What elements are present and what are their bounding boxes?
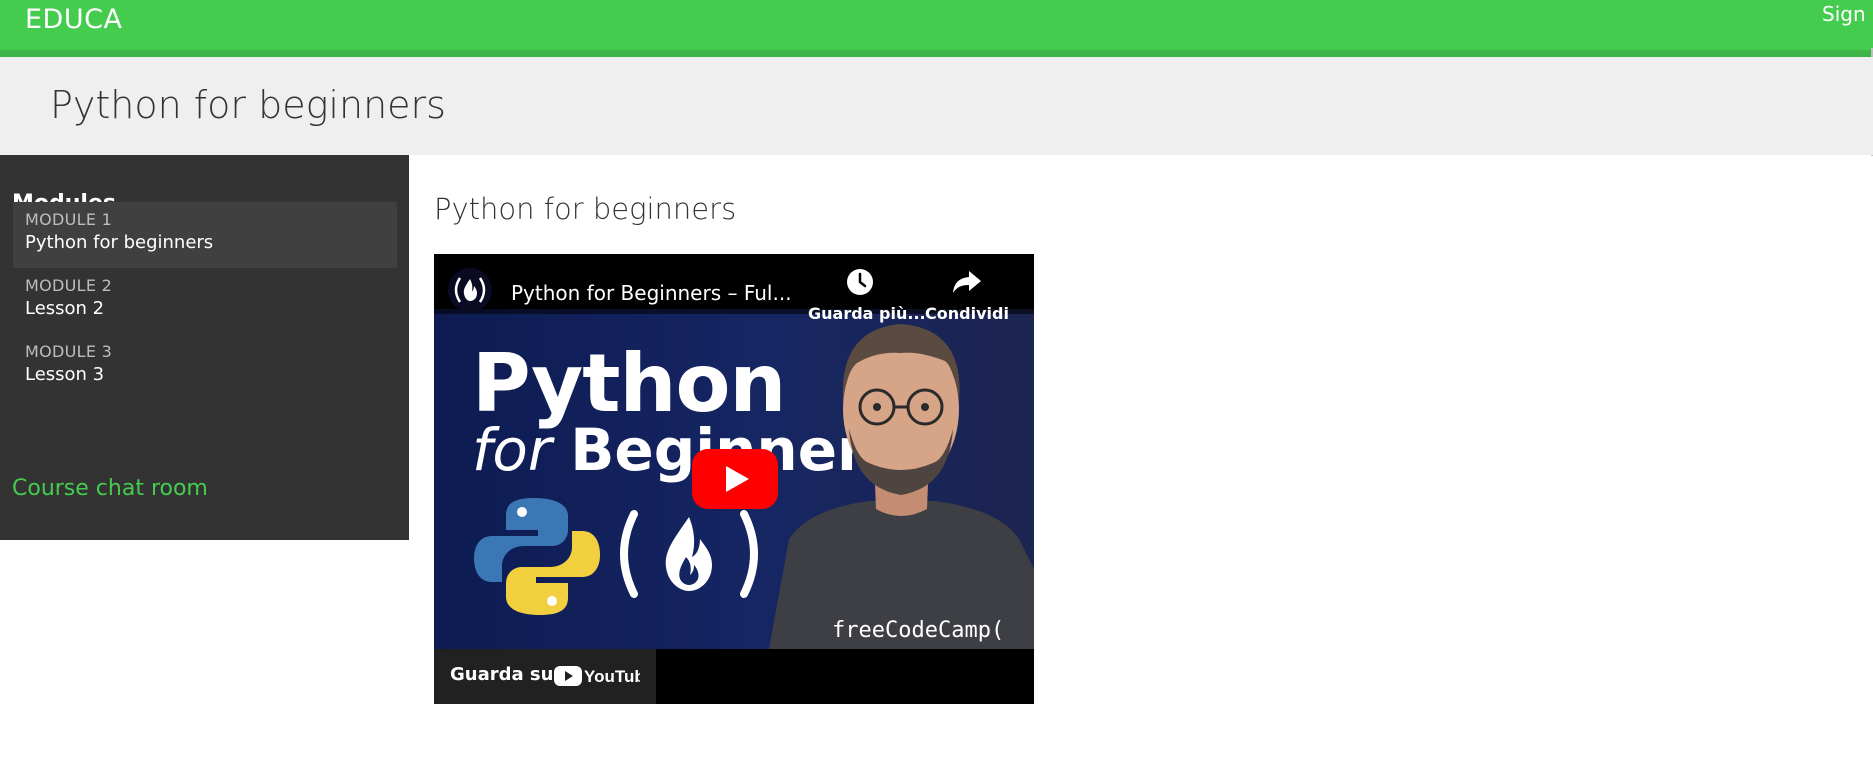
top-navbar: EDUCA Sign o: [0, 0, 1873, 57]
video-title-link[interactable]: Python for Beginners – Ful...: [511, 281, 792, 305]
presenter-photo: [769, 324, 1034, 649]
share-label: Condividi: [925, 304, 1009, 323]
module-item-1[interactable]: MODULE 1 Python for beginners: [13, 202, 397, 268]
python-logo-icon: [474, 498, 600, 615]
sign-in-link[interactable]: Sign o: [1822, 2, 1873, 26]
channel-watermark: freeCodeCamp(: [832, 618, 1005, 643]
youtube-video-player[interactable]: Python for Beginners: [434, 254, 1034, 704]
watch-later-label: Guarda più...: [808, 304, 926, 323]
video-top-bar: Python for Beginners – Ful... Guarda più…: [434, 254, 1034, 323]
fcc-flame-icon: [454, 277, 486, 303]
content-title: Python for beginners: [434, 192, 737, 226]
brand-logo-link[interactable]: EDUCA: [25, 4, 122, 35]
module-name: Python for beginners: [25, 232, 214, 253]
youtube-logo-icon: YouTube: [554, 666, 640, 686]
module-name: Lesson 2: [25, 298, 105, 319]
youtube-wordmark: YouTube: [584, 667, 640, 686]
modules-sidebar: Modules MODULE 1 Python for beginners MO…: [0, 155, 409, 540]
watch-on-label: Guarda su: [450, 664, 554, 685]
page-title-band: Python for beginners: [0, 57, 1873, 155]
watch-later-button[interactable]: Guarda più...: [808, 268, 926, 323]
course-chat-room-link[interactable]: Course chat room: [12, 476, 208, 501]
channel-avatar[interactable]: [448, 268, 492, 312]
module-name: Lesson 3: [25, 364, 105, 385]
watch-on-youtube-button[interactable]: Guarda su YouTube: [434, 649, 656, 704]
video-bottom-bar: Guarda su YouTube: [434, 649, 1034, 704]
play-icon[interactable]: [692, 449, 778, 509]
clock-icon: [847, 269, 873, 295]
thumbnail-subtitle-italic: for: [472, 416, 552, 484]
fcc-flame-icon: [620, 510, 758, 598]
module-number: MODULE 1: [25, 210, 113, 229]
share-arrow-icon: [953, 271, 981, 293]
page-title: Python for beginners: [50, 83, 446, 127]
module-number: MODULE 2: [25, 276, 113, 295]
share-button[interactable]: Condividi: [915, 268, 1019, 323]
module-item-2[interactable]: MODULE 2 Lesson 2: [13, 268, 397, 334]
module-number: MODULE 3: [25, 342, 113, 361]
module-item-3[interactable]: MODULE 3 Lesson 3: [13, 334, 397, 400]
